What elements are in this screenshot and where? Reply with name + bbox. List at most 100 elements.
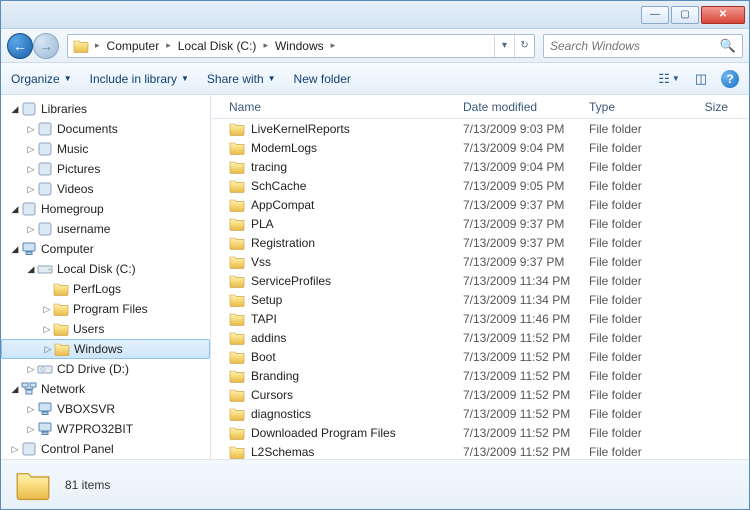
file-row[interactable]: Downloaded Program Files7/13/2009 11:52 … <box>211 423 749 442</box>
expand-arrow-icon[interactable]: ▷ <box>42 344 54 355</box>
column-type[interactable]: Type <box>581 100 677 114</box>
command-bar: Organize▼ Include in library▼ Share with… <box>1 63 749 95</box>
expand-arrow-icon[interactable]: ◢ <box>9 204 21 215</box>
nav-item-label: Computer <box>41 242 94 256</box>
nav-item-label: Local Disk (C:) <box>57 262 136 276</box>
maximize-button[interactable]: ▢ <box>671 6 699 24</box>
nav-item-windows[interactable]: ▷Windows <box>1 339 210 359</box>
expand-arrow-icon[interactable]: ▷ <box>25 164 37 175</box>
file-row[interactable]: TAPI7/13/2009 11:46 PMFile folder <box>211 309 749 328</box>
nav-item-local-disk-c-[interactable]: ◢ Local Disk (C:) <box>1 259 210 279</box>
expand-arrow-icon[interactable]: ◢ <box>9 244 21 255</box>
file-row[interactable]: addins7/13/2009 11:52 PMFile folder <box>211 328 749 347</box>
include-in-library-button[interactable]: Include in library▼ <box>90 72 189 86</box>
titlebar[interactable]: — ▢ ✕ <box>1 1 749 29</box>
nav-item-vboxsvr[interactable]: ▷VBOXSVR <box>1 399 210 419</box>
breadcrumb-windows[interactable]: Windows <box>271 35 328 57</box>
nav-item-network[interactable]: ◢Network <box>1 379 210 399</box>
expand-arrow-icon[interactable]: ◢ <box>25 264 37 275</box>
forward-button[interactable]: → <box>33 33 59 59</box>
file-row[interactable]: Boot7/13/2009 11:52 PMFile folder <box>211 347 749 366</box>
nav-item-computer[interactable]: ◢ Computer <box>1 239 210 259</box>
column-name[interactable]: Name <box>221 100 455 114</box>
back-button[interactable]: ← <box>7 33 33 59</box>
column-size[interactable]: Size <box>677 100 737 114</box>
file-row[interactable]: Branding7/13/2009 11:52 PMFile folder <box>211 366 749 385</box>
nav-item-perflogs[interactable]: ▷PerfLogs <box>1 279 210 299</box>
file-type: File folder <box>581 445 677 459</box>
nav-item-label: Program Files <box>73 302 148 316</box>
nav-item-cd-drive-d-[interactable]: ▷CD Drive (D:) <box>1 359 210 379</box>
nav-item-music[interactable]: ▷Music <box>1 139 210 159</box>
file-row[interactable]: PLA7/13/2009 9:37 PMFile folder <box>211 214 749 233</box>
file-date: 7/13/2009 11:52 PM <box>455 350 581 364</box>
file-row[interactable]: Cursors7/13/2009 11:52 PMFile folder <box>211 385 749 404</box>
file-name: Cursors <box>251 388 293 402</box>
preview-pane-button[interactable]: ◫ <box>689 68 713 90</box>
file-row[interactable]: L2Schemas7/13/2009 11:52 PMFile folder <box>211 442 749 459</box>
nav-item-users[interactable]: ▷Users <box>1 319 210 339</box>
nav-item-program-files[interactable]: ▷ Program Files <box>1 299 210 319</box>
help-button[interactable]: ? <box>721 70 739 88</box>
file-type: File folder <box>581 255 677 269</box>
view-options-button[interactable]: ☷ ▼ <box>657 68 681 90</box>
file-row[interactable]: diagnostics7/13/2009 11:52 PMFile folder <box>211 404 749 423</box>
address-dropdown-button[interactable]: ▾ <box>494 35 514 57</box>
nav-item-pictures[interactable]: ▷Pictures <box>1 159 210 179</box>
nav-item-homegroup[interactable]: ◢Homegroup <box>1 199 210 219</box>
chevron-right-icon[interactable]: ▸ <box>328 40 339 51</box>
nav-item-label: W7PRO32BIT <box>57 422 133 436</box>
file-row[interactable]: LiveKernelReports7/13/2009 9:03 PMFile f… <box>211 119 749 138</box>
file-row[interactable]: SchCache7/13/2009 9:05 PMFile folder <box>211 176 749 195</box>
file-list[interactable]: LiveKernelReports7/13/2009 9:03 PMFile f… <box>211 119 749 459</box>
nav-item-videos[interactable]: ▷Videos <box>1 179 210 199</box>
expand-arrow-icon[interactable]: ▷ <box>25 144 37 155</box>
close-button[interactable]: ✕ <box>701 6 745 24</box>
expand-arrow-icon[interactable]: ▷ <box>25 124 37 135</box>
expand-arrow-icon[interactable]: ▷ <box>25 364 37 375</box>
file-row[interactable]: Vss7/13/2009 9:37 PMFile folder <box>211 252 749 271</box>
folder-icon <box>229 368 245 384</box>
organize-button[interactable]: Organize▼ <box>11 72 72 86</box>
file-date: 7/13/2009 11:52 PM <box>455 369 581 383</box>
address-bar[interactable]: ▸ Computer ▸ Local Disk (C:) ▸ Windows ▸… <box>67 34 535 58</box>
file-row[interactable]: tracing7/13/2009 9:04 PMFile folder <box>211 157 749 176</box>
chevron-right-icon[interactable]: ▸ <box>163 40 174 51</box>
chevron-right-icon[interactable]: ▸ <box>92 40 103 51</box>
breadcrumb-local-disk[interactable]: Local Disk (C:) <box>174 35 261 57</box>
expand-arrow-icon[interactable]: ◢ <box>9 104 21 115</box>
share-with-button[interactable]: Share with▼ <box>207 72 276 86</box>
nav-item-documents[interactable]: ▷Documents <box>1 119 210 139</box>
chevron-right-icon[interactable]: ▸ <box>260 40 271 51</box>
file-date: 7/13/2009 9:37 PM <box>455 198 581 212</box>
file-row[interactable]: AppCompat7/13/2009 9:37 PMFile folder <box>211 195 749 214</box>
nav-item-control-panel[interactable]: ▷Control Panel <box>1 439 210 459</box>
file-row[interactable]: Registration7/13/2009 9:37 PMFile folder <box>211 233 749 252</box>
navigation-pane[interactable]: ◢Libraries▷Documents▷Music▷Pictures▷Vide… <box>1 95 211 459</box>
folder-icon <box>229 273 245 289</box>
file-row[interactable]: Setup7/13/2009 11:34 PMFile folder <box>211 290 749 309</box>
nav-item-w7pro32bit[interactable]: ▷ W7PRO32BIT <box>1 419 210 439</box>
expand-arrow-icon[interactable]: ▷ <box>41 304 53 315</box>
file-row[interactable]: ModemLogs7/13/2009 9:04 PMFile folder <box>211 138 749 157</box>
search-box[interactable]: 🔍 <box>543 34 743 58</box>
expand-arrow-icon[interactable]: ▷ <box>25 424 37 435</box>
navigation-bar: ← → ▸ Computer ▸ Local Disk (C:) ▸ Windo… <box>1 29 749 63</box>
expand-arrow-icon[interactable]: ▷ <box>9 444 21 455</box>
column-date-modified[interactable]: Date modified <box>455 100 581 114</box>
nav-item-libraries[interactable]: ◢Libraries <box>1 99 210 119</box>
expand-arrow-icon[interactable]: ◢ <box>9 384 21 395</box>
file-row[interactable]: ServiceProfiles7/13/2009 11:34 PMFile fo… <box>211 271 749 290</box>
nav-item-username[interactable]: ▷username <box>1 219 210 239</box>
search-input[interactable] <box>550 39 720 53</box>
computer-icon <box>21 241 37 257</box>
breadcrumb-computer[interactable]: Computer <box>103 35 164 57</box>
refresh-button[interactable]: ↻ <box>514 35 534 57</box>
expand-arrow-icon[interactable]: ▷ <box>25 404 37 415</box>
new-folder-button[interactable]: New folder <box>294 72 351 86</box>
nav-item-label: PerfLogs <box>73 282 121 296</box>
expand-arrow-icon[interactable]: ▷ <box>25 184 37 195</box>
minimize-button[interactable]: — <box>641 6 669 24</box>
expand-arrow-icon[interactable]: ▷ <box>25 224 37 235</box>
expand-arrow-icon[interactable]: ▷ <box>41 324 53 335</box>
